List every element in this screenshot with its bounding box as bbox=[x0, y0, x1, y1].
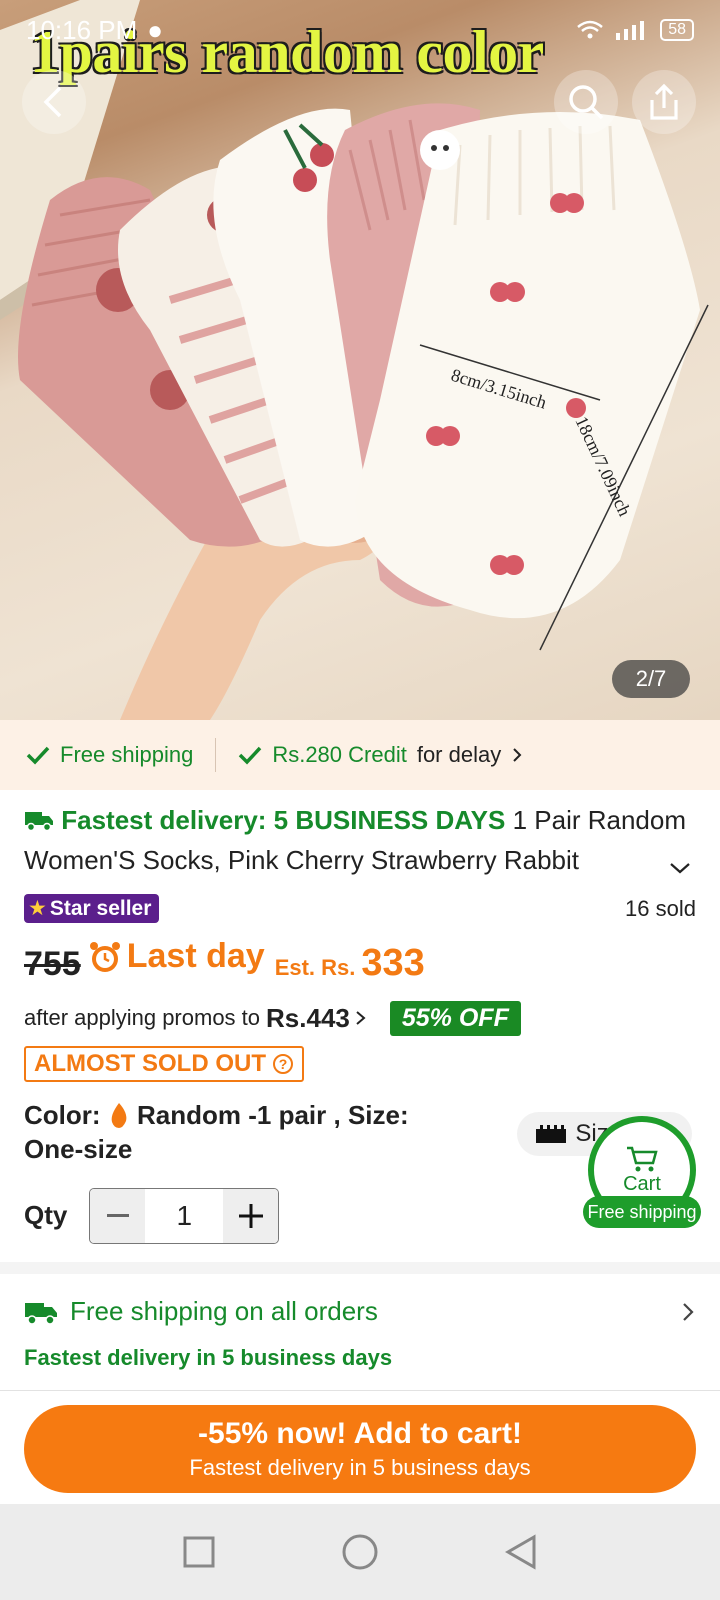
status-time: 10:16 PM bbox=[26, 14, 138, 45]
share-icon bbox=[650, 83, 678, 120]
fastest-delivery-label: Fastest delivery: 5 BUSINESS DAYS bbox=[61, 805, 506, 835]
image-counter: 2/7 bbox=[612, 660, 690, 698]
color-value: Random -1 pair , bbox=[137, 1099, 341, 1130]
last-day-badge: Last day bbox=[87, 937, 265, 976]
question-icon: ? bbox=[272, 1053, 293, 1074]
square-nav-icon[interactable] bbox=[182, 1535, 216, 1569]
product-image-carousel[interactable]: 8cm/3.15inch 18cm/7.09inch 1pairs random… bbox=[0, 0, 720, 720]
chevron-right-icon bbox=[356, 1011, 366, 1025]
section-divider bbox=[0, 1262, 720, 1274]
bottom-cta-bar: -55% now! Add to cart! Fastest delivery … bbox=[0, 1390, 720, 1504]
add-to-cart-button[interactable]: -55% now! Add to cart! Fastest delivery … bbox=[24, 1405, 696, 1493]
qty-value[interactable]: 1 bbox=[145, 1189, 223, 1243]
product-title-block[interactable]: Fastest delivery: 5 BUSINESS DAYS 1 Pair… bbox=[24, 800, 696, 882]
promo-price: Rs.443 bbox=[266, 1002, 350, 1033]
floating-cart-badge: Free shipping bbox=[583, 1196, 701, 1228]
perk-free-shipping-label: Free shipping bbox=[60, 742, 194, 767]
shipping-title: Free shipping on all orders bbox=[70, 1296, 378, 1326]
price-row: 755 Last day Est. Rs. 333 bbox=[24, 937, 696, 985]
circle-nav-icon[interactable] bbox=[341, 1533, 379, 1571]
perk-divider bbox=[215, 738, 217, 772]
wifi-icon bbox=[577, 20, 604, 39]
minus-icon bbox=[106, 1213, 129, 1217]
star-seller-label: Star seller bbox=[49, 896, 152, 920]
check-icon bbox=[239, 746, 262, 765]
search-button[interactable] bbox=[554, 70, 618, 134]
alarm-clock-icon bbox=[89, 941, 120, 972]
system-navigation-bar bbox=[0, 1504, 720, 1600]
back-icon bbox=[43, 86, 62, 118]
perks-strip: Free shipping Rs.280 Credit for delay bbox=[0, 720, 720, 790]
est-price: 333 bbox=[361, 941, 425, 984]
almost-sold-out-badge[interactable]: ALMOST SOLD OUT ? bbox=[24, 1045, 304, 1082]
color-label: Color: bbox=[24, 1099, 101, 1130]
signal-icon bbox=[616, 21, 645, 40]
plus-icon bbox=[238, 1203, 263, 1228]
ruler-icon bbox=[536, 1125, 567, 1143]
est-price-label: Est. Rs. bbox=[274, 954, 356, 980]
notification-icon: ● bbox=[147, 14, 164, 45]
chevron-down-icon[interactable] bbox=[668, 860, 692, 876]
cart-icon bbox=[627, 1146, 658, 1171]
promo-row[interactable]: after applying promos to Rs.443 55% OFF bbox=[24, 1000, 696, 1036]
perk-free-shipping: Free shipping bbox=[26, 742, 193, 768]
almost-sold-out-label: ALMOST SOLD OUT bbox=[34, 1049, 266, 1077]
discount-badge: 55% OFF bbox=[389, 1000, 521, 1036]
star-icon: ★ bbox=[28, 897, 47, 920]
original-price: 755 bbox=[24, 944, 81, 983]
truck-icon bbox=[25, 812, 53, 832]
shipping-subtitle: Fastest delivery in 5 business days bbox=[24, 1345, 393, 1370]
chevron-right-icon bbox=[683, 1303, 694, 1321]
battery-indicator: 58 bbox=[660, 19, 694, 41]
quantity-stepper: 1 bbox=[89, 1187, 280, 1244]
triangle-back-nav-icon[interactable] bbox=[504, 1534, 538, 1570]
back-button[interactable] bbox=[22, 70, 86, 134]
check-icon bbox=[26, 746, 50, 765]
add-to-cart-sublabel: Fastest delivery in 5 business days bbox=[189, 1455, 531, 1480]
shipping-info-section[interactable]: Free shipping on all orders Fastest deli… bbox=[24, 1296, 696, 1371]
search-icon bbox=[569, 85, 604, 120]
size-label: Size: bbox=[347, 1099, 409, 1130]
add-to-cart-label: -55% now! Add to cart! bbox=[198, 1417, 522, 1450]
share-button[interactable] bbox=[632, 70, 696, 134]
qty-decrease-button[interactable] bbox=[90, 1188, 146, 1243]
variant-summary[interactable]: Color: Random -1 pair , Size: One-size bbox=[24, 1098, 464, 1166]
promo-prefix: after applying promos to bbox=[24, 1005, 261, 1030]
status-bar: 10:16 PM ● 58 bbox=[0, 0, 720, 60]
perk-credit-link[interactable]: Rs.280 Credit for delay bbox=[238, 742, 523, 768]
truck-icon bbox=[25, 1302, 57, 1325]
flame-icon bbox=[111, 1102, 127, 1128]
star-seller-badge[interactable]: ★ Star seller bbox=[24, 894, 160, 923]
perk-credit-amount: Rs.280 Credit bbox=[272, 742, 407, 767]
perk-credit-suffix: for delay bbox=[416, 742, 502, 767]
last-day-label: Last day bbox=[126, 937, 265, 975]
chevron-right-icon bbox=[513, 748, 522, 762]
size-value: One-size bbox=[24, 1133, 133, 1164]
floating-cart-label: Cart bbox=[623, 1172, 661, 1195]
svg-text:?: ? bbox=[279, 1056, 288, 1072]
sold-count: 16 sold bbox=[625, 895, 696, 921]
qty-label: Qty bbox=[24, 1200, 68, 1230]
qty-increase-button[interactable] bbox=[223, 1188, 279, 1243]
